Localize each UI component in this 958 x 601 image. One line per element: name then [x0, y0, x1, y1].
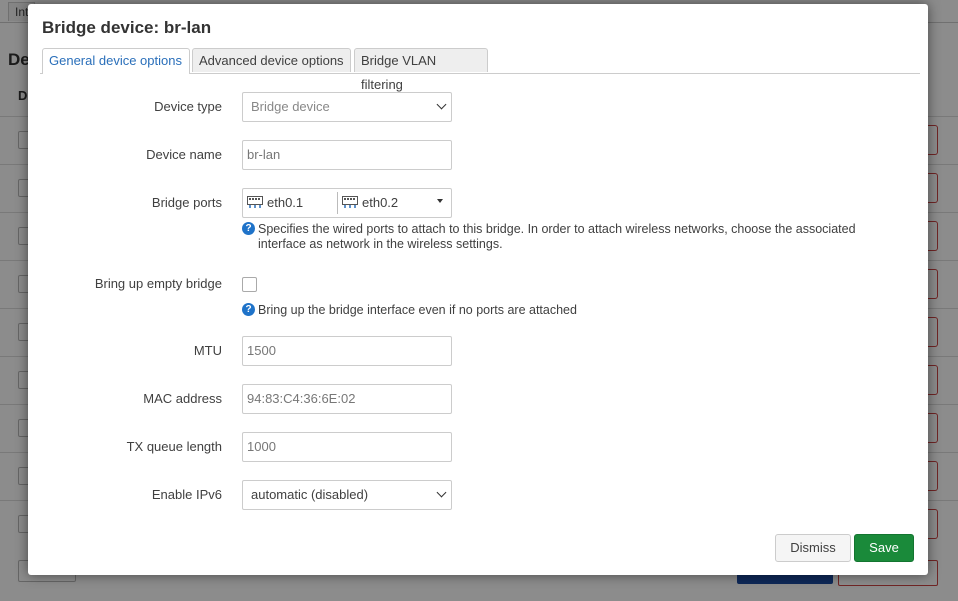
device-name-field[interactable]: br-lan [242, 140, 452, 170]
tab-general-device-options[interactable]: General device options [42, 48, 190, 74]
port-item: eth0.2 [342, 189, 398, 217]
mtu-field[interactable]: 1500 [242, 336, 452, 366]
tab-bridge-vlan-filtering[interactable]: Bridge VLAN filtering [354, 48, 488, 92]
save-button[interactable]: Save [854, 534, 914, 562]
dialog-tabbar: General device options Advanced device o… [40, 48, 920, 92]
tx-queue-length-label: TX queue length [126, 439, 222, 454]
device-type-value: Bridge device [251, 99, 330, 114]
bridge-device-dialog: Bridge device: br-lan General device opt… [28, 4, 928, 575]
chevron-down-icon [436, 487, 447, 498]
dismiss-button[interactable]: Dismiss [775, 534, 851, 562]
bridge-ports-label: Bridge ports [151, 195, 222, 210]
bridge-ports-help-text: Specifies the wired ports to attach to t… [258, 222, 856, 251]
empty-bridge-help-text: Bring up the bridge interface even if no… [258, 303, 577, 317]
ethernet-port-icon [342, 196, 358, 209]
tab-advanced-device-options[interactable]: Advanced device options [192, 48, 351, 72]
device-type-select[interactable]: Bridge device [242, 92, 452, 122]
dialog-title: Bridge device: br-lan [42, 18, 212, 37]
mac-address-label: MAC address [143, 391, 222, 406]
port-item: eth0.1 [247, 189, 303, 217]
bridge-ports-help: ? Specifies the wired ports to attach to… [242, 222, 902, 252]
enable-ipv6-value: automatic (disabled) [251, 487, 369, 502]
enable-ipv6-select[interactable]: automatic (disabled) [242, 480, 452, 510]
device-name-label: Device name [146, 147, 222, 162]
device-type-label: Device type [154, 99, 222, 114]
tx-queue-length-field[interactable]: 1000 [242, 432, 452, 462]
empty-bridge-help: ? Bring up the bridge interface even if … [242, 303, 902, 318]
empty-bridge-checkbox[interactable] [242, 277, 257, 292]
help-icon: ? [242, 222, 255, 235]
empty-bridge-label: Bring up empty bridge [94, 276, 222, 291]
mac-address-field[interactable]: 94:83:C4:36:6E:02 [242, 384, 452, 414]
ethernet-port-icon [247, 196, 263, 209]
port-divider [337, 192, 338, 214]
port-label: eth0.1 [267, 195, 304, 210]
mtu-label: MTU [193, 343, 222, 358]
chevron-down-icon [436, 99, 447, 110]
caret-down-icon [437, 199, 443, 203]
bridge-ports-select[interactable]: eth0.1 eth0.2 [242, 188, 452, 218]
port-label: eth0.2 [362, 195, 399, 210]
enable-ipv6-label: Enable IPv6 [151, 487, 222, 502]
help-icon: ? [242, 303, 255, 316]
